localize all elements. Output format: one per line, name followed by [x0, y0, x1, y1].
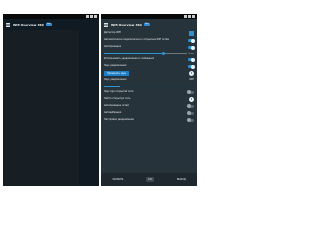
progress-bar — [104, 85, 194, 87]
settings-row[interactable]: Настройки уведомления — [104, 117, 194, 124]
settings-row[interactable]: Звук уведомления WiFi — [104, 77, 194, 84]
auto-check-toggle[interactable] — [188, 45, 195, 50]
setting-label: Автопроверка сетей — [104, 103, 129, 107]
settings-row[interactable]: Автопроверка — [104, 44, 195, 51]
app-toolbar: Wifi Overview 360 360 — [101, 19, 197, 30]
settings-row[interactable]: Звук уведомления — [104, 63, 195, 70]
network-check-toggle[interactable] — [187, 104, 194, 109]
settings-row[interactable]: Детектор WiFi — [104, 30, 194, 37]
drawer-scrim[interactable] — [3, 30, 79, 186]
setting-label: Автопроверка — [104, 45, 122, 49]
app-title: Wifi Overview 360 — [13, 22, 44, 27]
setting-label: Найти открытую сеть — [104, 96, 131, 100]
open-network-sound-toggle[interactable] — [187, 90, 194, 95]
settings-row[interactable]: Автовибрация — [104, 110, 194, 117]
settings-list: Детектор WiFi Автоматически подключаться… — [101, 30, 197, 173]
bottom-bar: ЗАКРЫТЬ Info ВЫХОД — [101, 173, 197, 186]
app-logo: 360 — [45, 23, 52, 26]
status-icons — [86, 15, 97, 18]
menu-icon[interactable] — [6, 22, 10, 27]
info-button[interactable]: Info — [145, 177, 155, 182]
setting-label: Автоматически подключаться к открытым Wi… — [104, 38, 170, 42]
exit-button[interactable]: ВЫХОД — [177, 178, 186, 181]
vibration-toggle[interactable] — [187, 111, 194, 116]
settings-row[interactable]: Автоматически подключаться к открытым Wi… — [104, 37, 195, 44]
slider-fill — [104, 53, 164, 54]
slider-handle[interactable] — [161, 52, 165, 56]
detector-checkbox[interactable] — [189, 31, 194, 36]
progress-fill — [104, 85, 121, 87]
setting-label: Звук при открытой сети — [104, 89, 134, 93]
status-icons — [184, 15, 195, 18]
auto-connect-toggle[interactable] — [188, 38, 195, 43]
settings-row[interactable]: Использовать уведомления и сообщения — [104, 56, 195, 63]
status-bar — [3, 14, 99, 19]
setting-label: Использовать уведомления и сообщения — [104, 57, 155, 61]
screen-navigation-drawer: Wifi Overview 360 360 Детектор WiFi WiFi… — [3, 14, 99, 186]
menu-icon[interactable] — [104, 22, 108, 27]
settings-row[interactable]: Автопроверка сетей — [104, 103, 194, 110]
close-button[interactable]: ЗАКРЫТЬ — [112, 178, 123, 181]
slider-track[interactable] — [104, 52, 187, 56]
slider-value: 5 сек — [188, 52, 194, 55]
notifications-toggle[interactable] — [188, 57, 195, 62]
app-title: Wifi Overview 360 — [111, 22, 142, 27]
setting-label: Звук уведомления — [104, 64, 127, 68]
notification-settings-toggle[interactable] — [187, 118, 194, 123]
setting-value: WiFi — [189, 78, 194, 82]
settings-row[interactable]: Звук при открытой сети — [104, 89, 194, 96]
settings-row: Проверить звук — [104, 70, 194, 77]
app-toolbar: Wifi Overview 360 360 — [3, 19, 99, 30]
section-title: Детектор WiFi — [104, 31, 121, 35]
app-logo: 360 — [143, 23, 150, 26]
test-sound-button[interactable]: Проверить звук — [104, 71, 130, 76]
setting-label: Настройки уведомления — [104, 117, 134, 121]
play-icon[interactable] — [189, 96, 194, 102]
settings-row[interactable]: Найти открытую сеть — [104, 96, 194, 103]
notification-sound-toggle[interactable] — [188, 64, 195, 69]
play-icon[interactable] — [189, 71, 194, 76]
status-bar — [101, 14, 197, 19]
screen-settings: Wifi Overview 360 360 Детектор WiFi Авто… — [101, 14, 197, 186]
setting-label: Звук уведомления — [104, 78, 127, 82]
setting-label: Автовибрация — [104, 110, 122, 114]
